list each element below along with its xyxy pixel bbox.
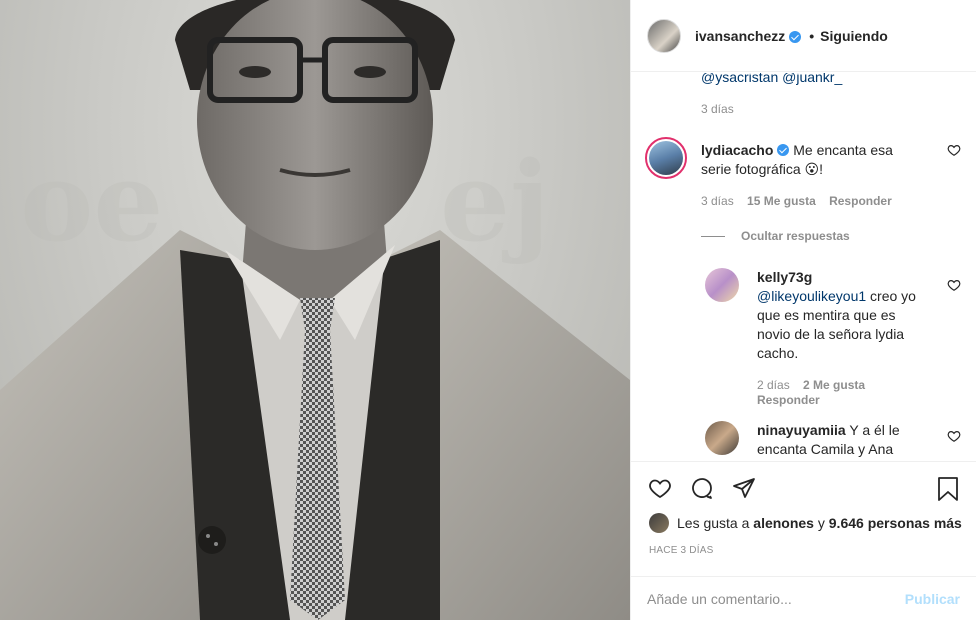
comment-meta: 3 días 15 Me gusta Responder xyxy=(701,194,892,208)
comment-meta: 2 días 2 Me gusta Responder xyxy=(757,378,907,408)
previous-comment-mentions[interactable]: @ysacristan @juankr_ xyxy=(701,73,842,85)
heart-icon[interactable] xyxy=(947,143,961,160)
post-sidebar: ivansanchezz • Siguiendo @ysacristan @ju… xyxy=(630,0,976,620)
share-icon[interactable] xyxy=(731,476,757,503)
comment-time: 2 días xyxy=(757,378,790,392)
likes-count[interactable]: 9.646 personas más xyxy=(829,515,962,531)
comment-icon[interactable] xyxy=(689,476,715,503)
comments-list[interactable]: @ysacristan @juankr_ 3 días lydiacacho M… xyxy=(631,73,976,461)
post-actions xyxy=(631,461,976,509)
commenter-username[interactable]: ninayuyamiia xyxy=(757,422,846,438)
divider-line xyxy=(701,235,725,237)
header-separator: • xyxy=(809,27,815,44)
commenter-avatar[interactable] xyxy=(705,421,739,455)
comment-body: kelly73g @likeyoulikeyou1 creo yo que es… xyxy=(757,268,927,363)
likes-prefix: Les gusta a xyxy=(677,515,750,531)
svg-text:oe: oe xyxy=(20,137,163,266)
heart-icon[interactable] xyxy=(947,278,961,295)
bookmark-icon[interactable] xyxy=(936,476,960,505)
post-photo-illustration: oe ej xyxy=(0,0,630,620)
reply-button[interactable]: Responder xyxy=(757,393,820,407)
add-comment-form: Publicar xyxy=(631,576,976,620)
verified-badge-icon xyxy=(789,30,802,43)
comment-likes[interactable]: 2 Me gusta xyxy=(803,378,865,392)
liker-username[interactable]: alenones xyxy=(753,515,814,531)
commenter-username[interactable]: kelly73g xyxy=(757,269,812,285)
author-username[interactable]: ivansanchezz xyxy=(695,28,785,44)
following-button[interactable]: Siguiendo xyxy=(820,28,888,44)
commenter-avatar[interactable] xyxy=(645,137,687,179)
heart-icon[interactable] xyxy=(947,429,961,446)
hide-replies-label: Ocultar respuestas xyxy=(741,229,850,243)
reply-button[interactable]: Responder xyxy=(829,194,892,208)
comment-text-suffix: ! xyxy=(819,161,823,177)
comment-body: lydiacacho Me encanta esa serie fotográf… xyxy=(701,141,916,179)
post-header: ivansanchezz • Siguiendo xyxy=(631,0,976,72)
heart-icon[interactable] xyxy=(647,476,673,503)
author-avatar[interactable] xyxy=(647,18,681,53)
verified-badge-icon xyxy=(777,144,790,156)
publish-button[interactable]: Publicar xyxy=(905,591,960,607)
commenter-username[interactable]: lydiacacho xyxy=(701,142,773,158)
comment-time: 3 días xyxy=(701,194,734,208)
likes-middle: y xyxy=(817,515,825,531)
hide-replies-button[interactable]: Ocultar respuestas xyxy=(701,229,850,243)
liker-avatar xyxy=(649,513,669,533)
comment-mention[interactable]: @likeyoulikeyou1 xyxy=(757,288,866,304)
likes-summary[interactable]: Les gusta a alenones y 9.646 personas má… xyxy=(649,513,962,533)
comment-input[interactable] xyxy=(647,590,905,607)
comment-body: ninayuyamiia Y a él le encanta Camila y … xyxy=(757,421,927,459)
post-timestamp[interactable]: HACE 3 DÍAS xyxy=(649,545,713,556)
comment-likes[interactable]: 15 Me gusta xyxy=(747,194,816,208)
emoji: 😮 xyxy=(804,161,820,177)
commenter-avatar[interactable] xyxy=(705,268,739,302)
previous-comment-time: 3 días xyxy=(701,102,734,116)
post-photo[interactable]: oe ej xyxy=(0,0,630,620)
